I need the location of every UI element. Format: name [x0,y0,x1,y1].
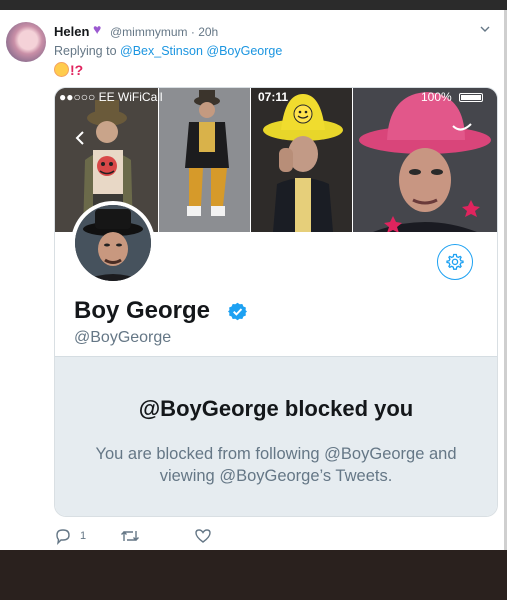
author-handle-time: @mimmymum · 20h [110,25,218,39]
status-time: 07:11 [258,90,289,104]
bottom-background [0,550,507,600]
verified-badge-icon [228,302,247,321]
profile-handle: @BoyGeorge [74,329,172,346]
header-photo-4 [353,88,497,232]
heart-icon [195,529,211,543]
attached-screenshot[interactable]: ●●○○○ EE WiFiCall 07:11 100% Boy George … [54,87,498,517]
tweet-emoji-text: !? [70,62,84,78]
tweet-time[interactable]: · 20h [191,25,218,39]
flushed-face-emoji-icon [54,62,69,77]
profile-avatar[interactable] [71,201,155,285]
profile-avatar-image [75,205,151,281]
like-button[interactable] [194,527,212,545]
reply-count: 1 [80,530,87,542]
blocked-notice: @BoyGeorge blocked you You are blocked f… [55,356,497,516]
tweet-actions: 1 [54,527,254,545]
gear-icon [446,253,464,270]
reply-icon [56,529,70,545]
reply-mention-2[interactable]: @BoyGeorge [206,44,282,58]
status-battery: 100% [421,90,452,104]
author-handle[interactable]: @mimmymum [110,25,188,39]
battery-icon [459,93,483,102]
replying-prefix: Replying to [54,44,117,58]
replying-to: Replying to @Bex_Stinson @BoyGeorge [54,44,282,58]
purple-heart-icon: ♥ [93,21,102,37]
status-carrier: ●●○○○ EE WiFiCall [59,90,163,104]
retweet-button[interactable] [120,527,140,545]
tweet-text: !? [54,62,83,78]
header-photo-3 [251,88,352,232]
ios-status-bar: ●●○○○ EE WiFiCall 07:11 100% [55,88,497,106]
author-avatar[interactable] [6,22,46,62]
reply-mention-1[interactable]: @Bex_Stinson [120,44,203,58]
settings-button[interactable] [437,244,473,280]
profile-name: Boy George [74,297,211,324]
top-bar [0,0,507,10]
header-photo-2 [159,88,250,232]
chevron-down-icon[interactable] [480,24,490,34]
retweet-icon [121,531,139,541]
reply-button[interactable]: 1 [54,527,86,545]
blocked-title: @BoyGeorge blocked you [138,396,414,421]
author-name[interactable]: Helen [54,24,89,39]
blocked-message: You are blocked from following @BoyGeorg… [95,445,457,485]
